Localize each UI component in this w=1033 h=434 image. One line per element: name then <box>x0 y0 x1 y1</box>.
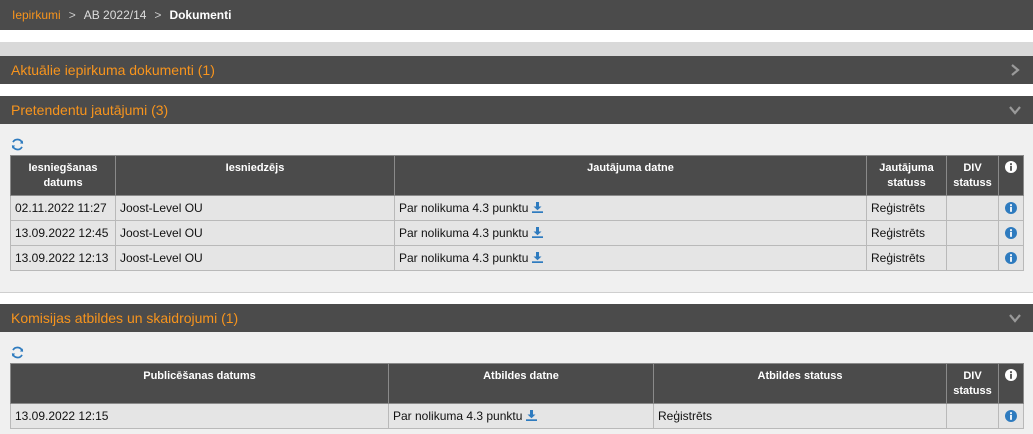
panel-header-answers[interactable]: Komisijas atbildes un skaidrojumi (1) <box>0 304 1033 332</box>
info-icon <box>1005 369 1017 381</box>
cell-info <box>998 195 1024 221</box>
breadcrumb-separator: > <box>68 8 76 22</box>
panel-title-documents: Aktuālie iepirkuma dokumenti (1) <box>11 62 215 78</box>
cell-div-status <box>946 403 999 429</box>
cell-submitter: Joost-Level OU <box>115 195 395 221</box>
download-icon[interactable] <box>526 410 538 421</box>
cell-info <box>998 403 1024 429</box>
file-link[interactable]: Par nolikuma 4.3 punktu <box>399 226 528 240</box>
cell-date: 13.09.2022 12:13 <box>10 245 116 271</box>
refresh-icon[interactable] <box>10 137 25 152</box>
file-link[interactable]: Par nolikuma 4.3 punktu <box>399 201 528 215</box>
file-link[interactable]: Par nolikuma 4.3 punktu <box>399 251 528 265</box>
column-header-div-status[interactable]: DIV statuss <box>946 363 999 404</box>
cell-status: Reģistrēts <box>653 403 947 429</box>
table-header-row: Iesniegšanas datums Iesniedzējs Jautājum… <box>10 155 1024 196</box>
table-row: 13.09.2022 12:13 Joost-Level OU Par noli… <box>10 245 1024 271</box>
cell-file: Par nolikuma 4.3 punktu <box>388 403 654 429</box>
column-header-info <box>998 363 1024 404</box>
column-header-publication-date[interactable]: Publicēšanas datums <box>10 363 389 404</box>
breadcrumb-root-link[interactable]: Iepirkumi <box>12 8 61 22</box>
column-header-question-file[interactable]: Jautājuma datne <box>394 155 867 196</box>
info-icon[interactable] <box>1005 410 1017 422</box>
column-header-answer-file[interactable]: Atbildes datne <box>388 363 654 404</box>
file-link[interactable]: Par nolikuma 4.3 punktu <box>393 409 522 423</box>
info-icon[interactable] <box>1005 252 1017 264</box>
panel-body-answers: Publicēšanas datums Atbildes datne Atbil… <box>0 332 1033 434</box>
panel-body-questions: Iesniegšanas datums Iesniedzējs Jautājum… <box>0 124 1033 293</box>
download-icon[interactable] <box>532 252 544 263</box>
breadcrumb-current: Dokumenti <box>169 8 232 22</box>
info-icon[interactable] <box>1005 227 1017 239</box>
table-row: 13.09.2022 12:45 Joost-Level OU Par noli… <box>10 220 1024 246</box>
download-icon[interactable] <box>532 227 544 238</box>
cell-file: Par nolikuma 4.3 punktu <box>394 245 867 271</box>
panel-header-questions[interactable]: Pretendentu jautājumi (3) <box>0 96 1033 124</box>
cell-submitter: Joost-Level OU <box>115 245 395 271</box>
cell-date: 13.09.2022 12:15 <box>10 403 389 429</box>
panel-title-answers: Komisijas atbildes un skaidrojumi (1) <box>11 310 239 326</box>
column-header-answer-status[interactable]: Atbildes statuss <box>653 363 947 404</box>
table-row: 02.11.2022 11:27 Joost-Level OU Par noli… <box>10 195 1024 221</box>
breadcrumb-separator: > <box>154 8 162 22</box>
column-header-div-status[interactable]: DIV statuss <box>946 155 999 196</box>
table-row: 13.09.2022 12:15 Par nolikuma 4.3 punktu… <box>10 403 1024 429</box>
breadcrumb-procurement: AB 2022/14 <box>83 8 147 22</box>
info-icon[interactable] <box>1005 202 1017 214</box>
column-header-submitter[interactable]: Iesniedzējs <box>115 155 395 196</box>
answers-table: Publicēšanas datums Atbildes datne Atbil… <box>10 363 1024 429</box>
cell-info <box>998 220 1024 246</box>
table-header-row: Publicēšanas datums Atbildes datne Atbil… <box>10 363 1024 404</box>
column-header-question-status[interactable]: Jautājuma statuss <box>866 155 947 196</box>
panel-title-questions: Pretendentu jautājumi (3) <box>11 102 169 118</box>
cell-file: Par nolikuma 4.3 punktu <box>394 220 867 246</box>
cell-status: Reģistrēts <box>866 245 947 271</box>
divider-strip <box>0 42 1033 56</box>
cell-date: 13.09.2022 12:45 <box>10 220 116 246</box>
refresh-icon[interactable] <box>10 345 25 360</box>
cell-info <box>998 245 1024 271</box>
column-header-submission-date[interactable]: Iesniegšanas datums <box>10 155 116 196</box>
panel-header-documents[interactable]: Aktuālie iepirkuma dokumenti (1) <box>0 56 1033 84</box>
cell-status: Reģistrēts <box>866 195 947 221</box>
chevron-down-icon <box>1009 314 1021 323</box>
breadcrumb: Iepirkumi > AB 2022/14 > Dokumenti <box>0 0 1033 30</box>
chevron-down-icon <box>1009 106 1021 115</box>
cell-div-status <box>946 220 999 246</box>
cell-submitter: Joost-Level OU <box>115 220 395 246</box>
info-icon <box>1005 161 1017 173</box>
cell-div-status <box>946 245 999 271</box>
download-icon[interactable] <box>532 202 544 213</box>
column-header-info <box>998 155 1024 196</box>
cell-div-status <box>946 195 999 221</box>
cell-date: 02.11.2022 11:27 <box>10 195 116 221</box>
cell-file: Par nolikuma 4.3 punktu <box>394 195 867 221</box>
questions-table: Iesniegšanas datums Iesniedzējs Jautājum… <box>10 155 1024 271</box>
chevron-right-icon <box>1011 64 1020 76</box>
cell-status: Reģistrēts <box>866 220 947 246</box>
